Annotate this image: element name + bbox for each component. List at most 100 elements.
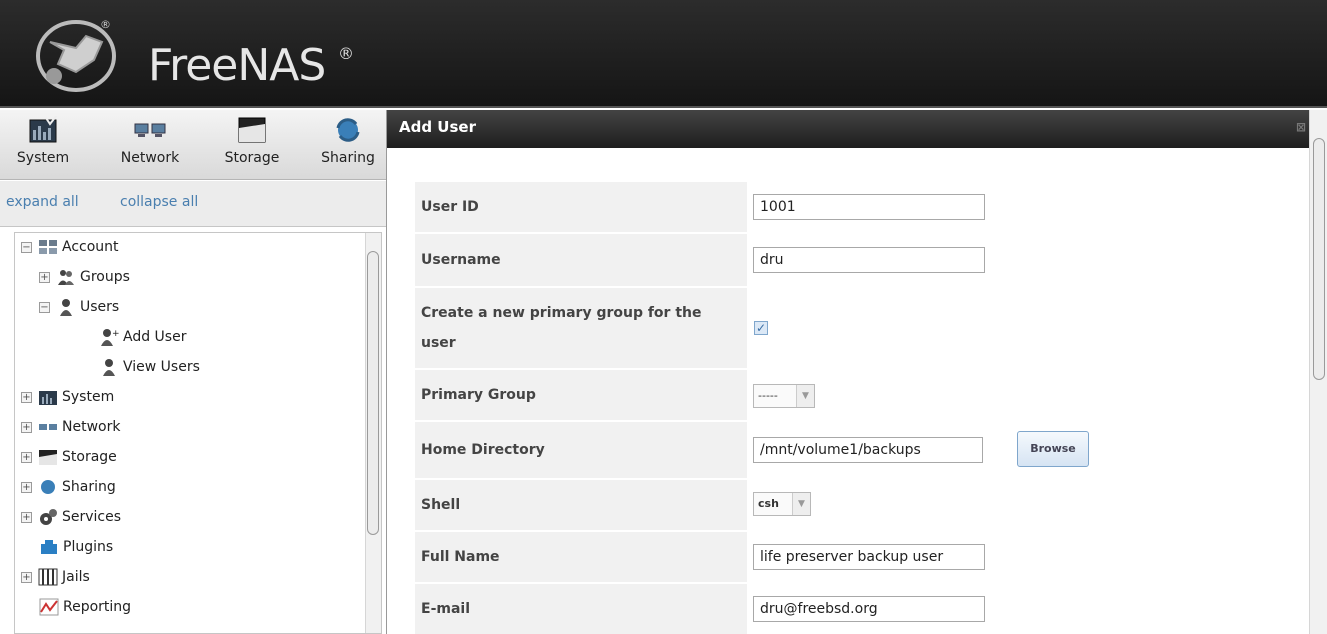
tree-label-reporting: Reporting	[63, 599, 132, 615]
nav-system-label: System	[16, 150, 70, 166]
user-id-label: User ID	[415, 182, 747, 232]
jails-icon	[38, 568, 58, 586]
tree-item-view-users[interactable]: View Users	[99, 355, 200, 379]
svg-text:®: ®	[100, 18, 111, 31]
nav-system-button[interactable]: System	[0, 116, 86, 176]
tree-label-services: Services	[62, 509, 122, 525]
email-label: E-mail	[415, 584, 747, 634]
shell-label: Shell	[415, 480, 747, 530]
full-name-label: Full Name	[415, 532, 747, 582]
sharing-icon	[336, 118, 360, 142]
expand-all-link[interactable]: expand all	[6, 194, 79, 210]
full-name-input[interactable]	[753, 544, 985, 570]
tree-label-add-user: Add User	[123, 329, 187, 345]
svg-text:+: +	[112, 329, 119, 339]
top-nav: System Network Storage Sharing	[0, 110, 386, 180]
tree-label-jails: Jails	[62, 569, 90, 585]
groups-icon	[58, 270, 74, 285]
expand-icon[interactable]: +	[21, 451, 32, 463]
email-input[interactable]	[753, 596, 985, 622]
dialog-scrollbar-thumb[interactable]	[1313, 138, 1325, 380]
browse-button[interactable]: Browse	[1017, 431, 1089, 467]
field-row-home-directory: Home Directory Browse	[415, 422, 1305, 478]
tree-item-network[interactable]: + Network	[21, 415, 120, 439]
tree-scrollbar-thumb[interactable]	[367, 251, 379, 535]
create-group-checkbox[interactable]: ✓	[754, 321, 768, 335]
nav-sharing-button[interactable]: Sharing	[308, 116, 386, 176]
tree-label-users: Users	[80, 299, 120, 315]
view-users-icon	[103, 359, 115, 376]
close-icon[interactable]: ⊠	[1296, 121, 1308, 133]
primary-group-label: Primary Group	[415, 370, 747, 420]
expand-icon[interactable]: +	[21, 481, 32, 493]
collapse-icon[interactable]: −	[39, 301, 50, 313]
network-icon	[134, 123, 166, 137]
field-row-user-id: User ID	[415, 182, 1305, 232]
freenas-logo-icon: ®	[36, 18, 116, 92]
user-id-input[interactable]	[753, 194, 985, 220]
dialog-title: Add User	[399, 118, 476, 136]
nav-network-label: Network	[120, 150, 180, 166]
network-icon	[39, 424, 57, 430]
brand-name: FreeNAS	[148, 40, 326, 91]
tree-item-reporting[interactable]: Reporting	[39, 595, 131, 619]
plugins-icon	[41, 540, 57, 554]
username-label: Username	[415, 234, 747, 286]
home-directory-input[interactable]	[753, 437, 983, 463]
shell-select[interactable]: csh ▼	[753, 492, 811, 516]
collapse-all-link[interactable]: collapse all	[120, 194, 198, 210]
home-directory-label: Home Directory	[415, 422, 747, 478]
create-group-label: Create a new primary group for the user	[415, 288, 747, 368]
nav-network-button[interactable]: Network	[110, 116, 190, 176]
system-icon	[29, 116, 58, 143]
tree-item-services[interactable]: + Services	[21, 505, 121, 529]
user-icon	[60, 299, 72, 316]
field-row-full-name: Full Name	[415, 532, 1305, 582]
field-row-shell: Shell csh ▼	[415, 480, 1305, 530]
expand-icon[interactable]: +	[39, 271, 50, 283]
expand-icon[interactable]: +	[21, 511, 32, 523]
nav-storage-button[interactable]: Storage	[212, 116, 292, 176]
tree-item-users[interactable]: − Users	[39, 295, 119, 319]
nav-storage-label: Storage	[224, 150, 280, 166]
account-icon	[39, 240, 57, 254]
tree-scrollbar[interactable]	[365, 233, 381, 633]
shell-value: csh	[758, 497, 779, 510]
add-user-icon: +	[101, 329, 119, 346]
storage-icon	[238, 117, 266, 143]
field-row-username: Username	[415, 234, 1305, 286]
freenas-logo: ® FreeNAS ®	[28, 12, 388, 96]
tree-item-plugins[interactable]: Plugins	[39, 535, 113, 559]
username-input[interactable]	[753, 247, 985, 273]
primary-group-value: -----	[758, 389, 778, 402]
dialog-scrollbar[interactable]	[1309, 110, 1327, 634]
tree-label-system: System	[62, 389, 115, 405]
tree-item-jails[interactable]: + Jails	[21, 565, 90, 589]
tree-item-groups[interactable]: + Groups	[39, 265, 130, 289]
tree-item-system[interactable]: + System	[21, 385, 114, 409]
nav-sharing-label: Sharing	[321, 150, 375, 166]
services-icon	[40, 509, 57, 525]
expand-icon[interactable]: +	[21, 391, 32, 403]
tree-label-storage: Storage	[62, 449, 117, 465]
add-user-dialog: Add User ⊠ User ID Username Create a new…	[386, 110, 1327, 634]
tree-item-sharing[interactable]: + Sharing	[21, 475, 116, 499]
tree-item-add-user[interactable]: + Add User	[99, 325, 186, 349]
brand-registered-mark: ®	[338, 44, 354, 63]
tree-label-groups: Groups	[80, 269, 130, 285]
dialog-title-bar: Add User ⊠	[387, 110, 1327, 148]
tree-controls: expand all collapse all	[0, 181, 386, 227]
collapse-icon[interactable]: −	[21, 241, 32, 253]
expand-icon[interactable]: +	[21, 421, 32, 433]
chevron-down-icon: ▼	[792, 493, 810, 515]
reporting-icon	[39, 598, 59, 616]
primary-group-select[interactable]: ----- ▼	[753, 384, 815, 408]
tree-item-account[interactable]: − Account	[21, 235, 119, 259]
chevron-down-icon: ▼	[796, 385, 814, 407]
tree-label-network: Network	[62, 419, 121, 435]
tree-item-storage[interactable]: + Storage	[21, 445, 117, 469]
field-row-primary-group: Primary Group ----- ▼	[415, 370, 1305, 420]
expand-icon[interactable]: +	[21, 571, 32, 583]
navigation-tree: − Account + Groups − Users + Add User Vi…	[14, 232, 382, 634]
tree-label-sharing: Sharing	[62, 479, 116, 495]
